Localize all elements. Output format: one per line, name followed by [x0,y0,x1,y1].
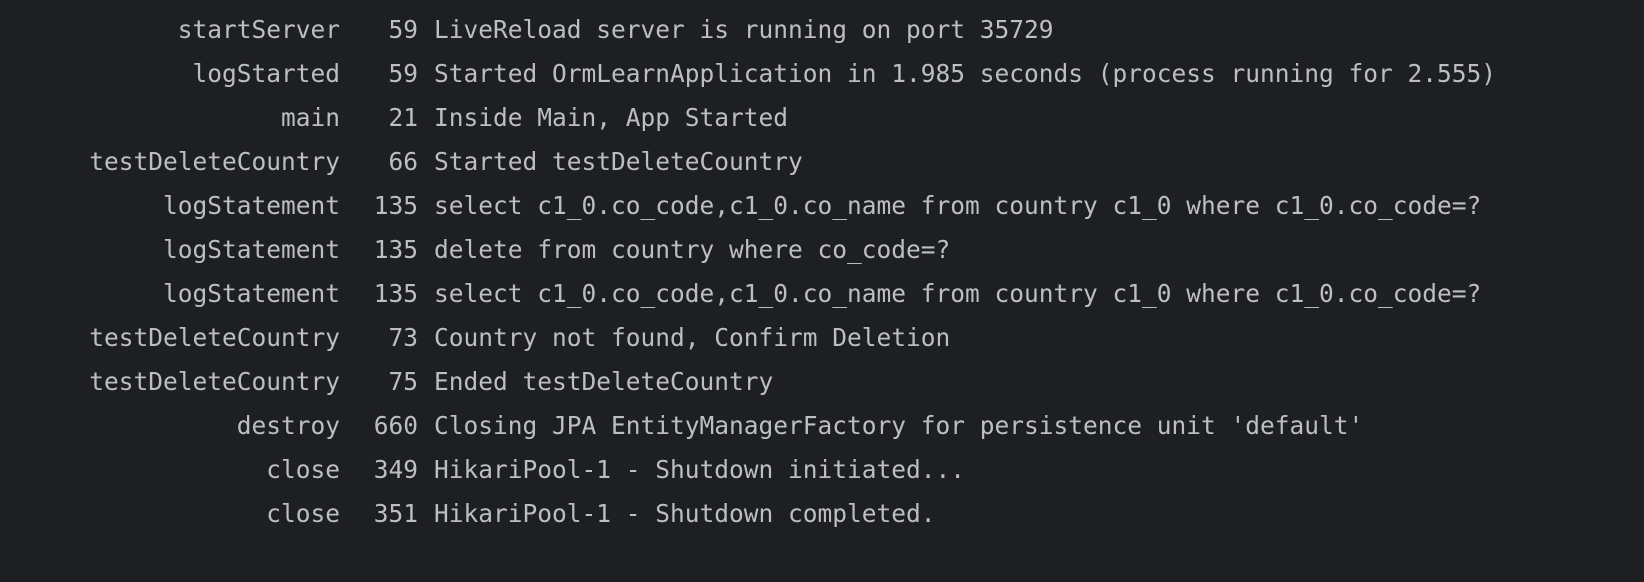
log-method: testDeleteCountry [89,367,340,396]
log-line-number: 135 [373,191,418,220]
log-method: testDeleteCountry [89,323,340,352]
log-method: testDeleteCountry [89,147,340,176]
log-line: destroy 660 Closing JPA EntityManagerFac… [0,404,1644,448]
log-line: logStatement 135 select c1_0.co_code,c1_… [0,184,1644,228]
log-line-number: 349 [373,455,418,484]
log-line-number: 21 [388,103,418,132]
log-method: logStarted [192,59,340,88]
log-message: Started OrmLearnApplication in 1.985 sec… [434,59,1497,88]
log-line: startServer 59 LiveReload server is runn… [0,8,1644,52]
log-line-number: 59 [388,15,418,44]
console-output[interactable]: startServer 59 LiveReload server is runn… [0,0,1644,582]
log-line: close 349 HikariPool-1 - Shutdown initia… [0,448,1644,492]
log-method: main [280,103,340,132]
log-line-number: 135 [373,279,418,308]
log-line-number: 73 [388,323,418,352]
log-method: destroy [236,411,340,440]
log-line-number: 59 [388,59,418,88]
log-message: Closing JPA EntityManagerFactory for per… [434,411,1364,440]
log-method: logStatement [162,235,340,264]
log-method: startServer [177,15,340,44]
log-line: logStarted 59 Started OrmLearnApplicatio… [0,52,1644,96]
log-message: Country not found, Confirm Deletion [434,323,951,352]
log-message: Started testDeleteCountry [434,147,803,176]
log-line-number: 660 [373,411,418,440]
log-method: close [266,499,340,528]
log-line-number: 351 [373,499,418,528]
log-line: logStatement 135 select c1_0.co_code,c1_… [0,272,1644,316]
log-message: HikariPool-1 - Shutdown initiated... [434,455,966,484]
log-message: HikariPool-1 - Shutdown completed. [434,499,936,528]
log-method: logStatement [162,191,340,220]
log-method: close [266,455,340,484]
log-line-number: 75 [388,367,418,396]
log-line: testDeleteCountry 66 Started testDeleteC… [0,140,1644,184]
log-line: testDeleteCountry 75 Ended testDeleteCou… [0,360,1644,404]
log-line-number: 135 [373,235,418,264]
log-message: LiveReload server is running on port 357… [434,15,1054,44]
log-message: select c1_0.co_code,c1_0.co_name from co… [434,279,1482,308]
log-line-number: 66 [388,147,418,176]
log-line: close 351 HikariPool-1 - Shutdown comple… [0,492,1644,536]
log-line: testDeleteCountry 73 Country not found, … [0,316,1644,360]
log-line: main 21 Inside Main, App Started [0,96,1644,140]
log-message: delete from country where co_code=? [434,235,951,264]
log-message: Inside Main, App Started [434,103,789,132]
log-message: Ended testDeleteCountry [434,367,774,396]
log-method: logStatement [162,279,340,308]
log-line: logStatement 135 delete from country whe… [0,228,1644,272]
log-message: select c1_0.co_code,c1_0.co_name from co… [434,191,1482,220]
